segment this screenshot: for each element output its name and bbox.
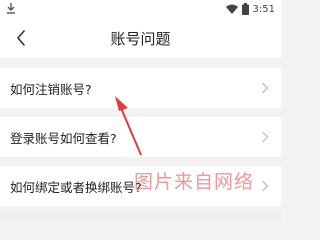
battery-icon [241, 3, 249, 15]
wifi-icon [225, 4, 238, 14]
header: 账号问题 [0, 18, 281, 58]
list-item-view-login-account[interactable]: 登录账号如何查看? [0, 117, 281, 157]
watermark: 图片来自网络 [134, 171, 255, 193]
bottom-strip [0, 212, 281, 220]
list-item-label: 登录账号如何查看? [10, 131, 117, 146]
page-title: 账号问题 [110, 30, 171, 48]
chevron-right-icon [262, 180, 269, 192]
list-item-label: 如何注销账号? [10, 82, 92, 97]
status-bar: 3:51 [0, 0, 281, 18]
chevron-right-icon [262, 82, 269, 94]
download-icon [7, 3, 15, 14]
list-item-label: 如何绑定或者换绑账号? [10, 180, 142, 195]
status-right: 3:51 [225, 1, 275, 17]
status-time: 3:51 [252, 3, 275, 15]
chevron-right-icon [262, 131, 269, 143]
list-item-cancel-account[interactable]: 如何注销账号? [0, 68, 281, 108]
